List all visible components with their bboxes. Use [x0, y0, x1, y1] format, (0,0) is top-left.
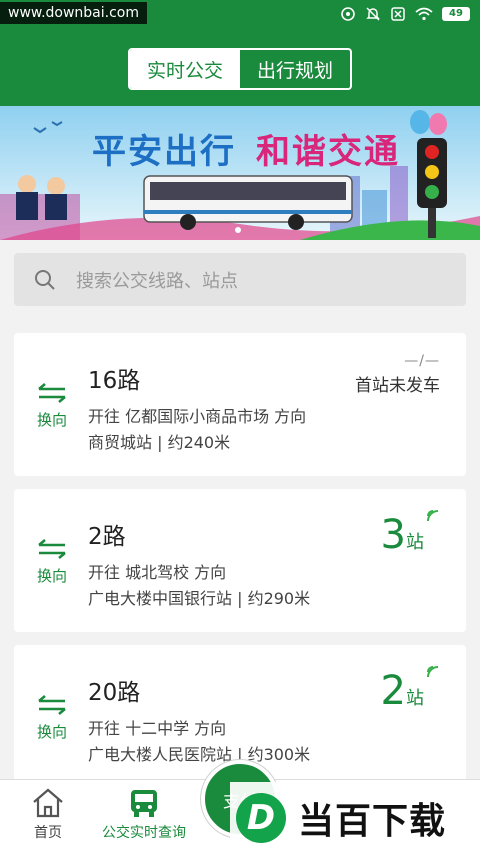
stops-unit: 站: [406, 532, 424, 553]
watermark: www.downbai.com: [0, 2, 147, 24]
nearest-stop: 商贸城站 | 约240米: [88, 433, 231, 452]
route-name: 2路: [88, 524, 126, 550]
wifi-icon: [415, 7, 433, 21]
route-card[interactable]: 换向 2路 开往 城北驾校 方向 广电大楼中国银行站 | 约290米 3站: [14, 489, 466, 632]
nav-home-label: 首页: [34, 825, 62, 841]
signal-icon: [341, 7, 355, 21]
route-card[interactable]: 换向 16路 开往 亿都国际小商品市场 方向 商贸城站 | 约240米 —/— …: [14, 333, 466, 476]
swap-arrows-icon: [38, 539, 66, 559]
tab-trip-planning[interactable]: 出行规划: [240, 50, 350, 88]
stops-away: 3站: [381, 515, 424, 555]
nearest-stop: 广电大楼中国银行站 | 约290米: [88, 589, 311, 608]
route-direction: 开往 十二中学 方向: [88, 719, 227, 738]
stops-away: 2站: [381, 671, 424, 711]
app-header: www.downbai.com 49 实时公交 出行规划: [0, 0, 480, 106]
stops-unit: 站: [406, 688, 424, 709]
route-name: 16路: [88, 368, 141, 394]
route-direction: 开往 城北驾校 方向: [88, 563, 227, 582]
home-icon: [33, 788, 63, 818]
swap-label: 换向: [36, 723, 67, 741]
mode-switch: 实时公交 出行规划: [128, 48, 352, 90]
swap-direction-button[interactable]: 换向: [28, 383, 76, 430]
tab-realtime-bus[interactable]: 实时公交: [130, 50, 240, 88]
nav-home[interactable]: 首页: [26, 788, 70, 842]
arrival-status: —/— 首站未发车: [355, 353, 440, 396]
watermark-logo: D 当百下载: [230, 782, 480, 853]
swap-arrows-icon: [38, 383, 66, 403]
nav-realtime[interactable]: 公交实时查询: [92, 788, 196, 842]
sim-off-icon: [391, 7, 405, 21]
search-bar[interactable]: 搜索公交线路、站点: [14, 253, 466, 306]
banner-slogan-left: 平安出行: [92, 134, 236, 171]
realtime-signal-icon: [427, 666, 439, 678]
swap-arrows-icon: [38, 695, 66, 715]
swap-label: 换向: [36, 567, 67, 585]
nav-realtime-label: 公交实时查询: [102, 825, 186, 841]
bus-icon: [131, 790, 157, 817]
stops-count: 2: [380, 668, 406, 714]
bell-off-icon: [366, 7, 380, 21]
search-icon: [35, 269, 55, 290]
realtime-signal-icon: [427, 510, 439, 522]
swap-label: 换向: [36, 411, 67, 429]
nearest-stop: 广电大楼人民医院站 | 约300米: [88, 745, 311, 764]
logo-text: 当百下载: [298, 800, 447, 842]
logo-letter: D: [236, 792, 286, 843]
banner-slogan-right: 和谐交通: [256, 134, 400, 171]
arrival-dash: —/—: [404, 353, 440, 369]
search-input[interactable]: 搜索公交线路、站点: [76, 267, 238, 293]
promo-banner[interactable]: 平安出行 和谐交通: [0, 106, 480, 240]
swap-direction-button[interactable]: 换向: [28, 539, 76, 586]
banner-illustration: [0, 106, 480, 240]
route-name: 20路: [88, 680, 141, 706]
arrival-text: 首站未发车: [355, 376, 440, 396]
swap-direction-button[interactable]: 换向: [28, 695, 76, 742]
route-direction: 开往 亿都国际小商品市场 方向: [88, 407, 307, 426]
stops-count: 3: [380, 512, 406, 558]
battery-icon: 49: [442, 7, 470, 21]
status-bar: 49: [340, 6, 470, 22]
